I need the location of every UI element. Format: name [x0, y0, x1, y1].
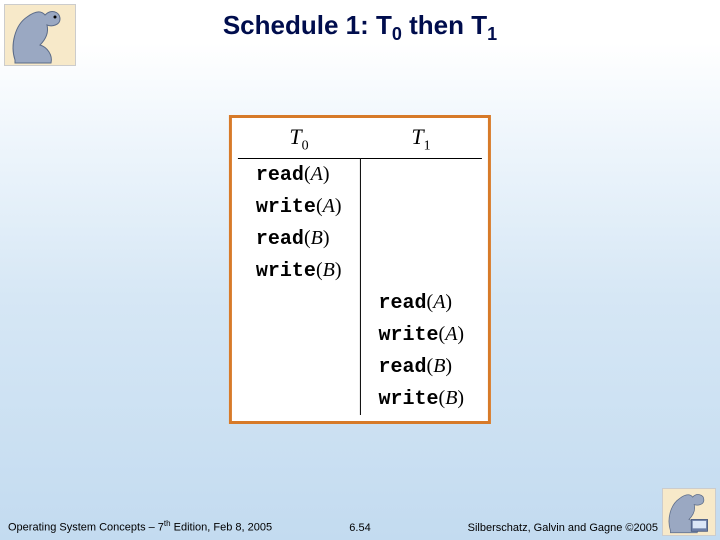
slide: Schedule 1: T0 then T1 T0 T1 read(A): [0, 0, 720, 540]
cell-t1: write(B): [360, 383, 482, 415]
table-row: write(B): [238, 255, 482, 287]
footer-left-text-b: Edition, Feb 8, 2005: [171, 522, 273, 534]
cell-t1: [360, 223, 482, 255]
col-header-t1-label: T: [411, 124, 423, 149]
cell-t1: [360, 191, 482, 223]
op-read: read: [256, 228, 304, 251]
arg-a: A: [311, 163, 323, 185]
paren-open: (: [304, 163, 311, 185]
paren-close: ): [445, 355, 452, 377]
paren-close: ): [335, 195, 342, 217]
cell-t0: [238, 383, 360, 415]
cell-t0: write(A): [238, 191, 360, 223]
paren-open: (: [316, 259, 323, 281]
cell-t0: read(A): [238, 159, 360, 192]
cell-t1: [360, 255, 482, 287]
paren-close: ): [445, 291, 452, 313]
cell-t0: [238, 319, 360, 351]
cell-t1: read(A): [360, 287, 482, 319]
op-write: write: [379, 324, 439, 347]
paren-close: ): [335, 259, 342, 281]
slide-title: Schedule 1: T0 then T1: [0, 10, 720, 45]
title-sub-0: 0: [392, 24, 402, 44]
footer-page-number: 6.54: [349, 522, 370, 534]
col-header-t1-sub: 1: [424, 138, 431, 153]
footer-right: Silberschatz, Galvin and Gagne ©2005: [468, 522, 658, 534]
paren-open: (: [316, 195, 323, 217]
arg-b: B: [445, 387, 457, 409]
cell-t1: write(A): [360, 319, 482, 351]
op-read: read: [256, 164, 304, 187]
cell-t0: read(B): [238, 223, 360, 255]
paren-close: ): [457, 323, 464, 345]
title-text: Schedule 1: T: [223, 10, 392, 40]
arg-a: A: [445, 323, 457, 345]
footer: Operating System Concepts – 7th Edition,…: [0, 514, 720, 534]
table-row: write(B): [238, 383, 482, 415]
col-header-t1: T1: [360, 122, 482, 159]
paren-open: (: [304, 227, 311, 249]
cell-t0: [238, 351, 360, 383]
paren-close: ): [457, 387, 464, 409]
table-row: write(A): [238, 319, 482, 351]
col-header-t0-label: T: [289, 124, 301, 149]
col-header-t0: T0: [238, 122, 360, 159]
op-write: write: [379, 388, 439, 411]
op-read: read: [379, 292, 427, 315]
schedule-table-frame: T0 T1 read(A) write(A) read(B): [229, 115, 491, 424]
paren-close: ): [323, 227, 330, 249]
cell-t0: [238, 287, 360, 319]
footer-left: Operating System Concepts – 7th Edition,…: [8, 519, 272, 534]
table-row: read(A): [238, 159, 482, 192]
op-write: write: [256, 260, 316, 283]
arg-b: B: [311, 227, 323, 249]
op-write: write: [256, 196, 316, 219]
title-sub-1: 1: [487, 24, 497, 44]
table-row: read(B): [238, 223, 482, 255]
col-header-t0-sub: 0: [302, 138, 309, 153]
footer-left-text-a: Operating System Concepts – 7: [8, 522, 164, 534]
footer-left-sup: th: [164, 519, 171, 528]
table-row: read(B): [238, 351, 482, 383]
schedule-table: T0 T1 read(A) write(A) read(B): [238, 122, 482, 415]
cell-t1: read(B): [360, 351, 482, 383]
table-row: read(A): [238, 287, 482, 319]
table-row: write(A): [238, 191, 482, 223]
title-text-mid: then T: [402, 10, 487, 40]
arg-b: B: [433, 355, 445, 377]
op-read: read: [379, 356, 427, 379]
table-header-row: T0 T1: [238, 122, 482, 159]
cell-t0: write(B): [238, 255, 360, 287]
paren-close: ): [323, 163, 330, 185]
arg-a: A: [433, 291, 445, 313]
cell-t1: [360, 159, 482, 192]
arg-a: A: [323, 195, 335, 217]
arg-b: B: [323, 259, 335, 281]
